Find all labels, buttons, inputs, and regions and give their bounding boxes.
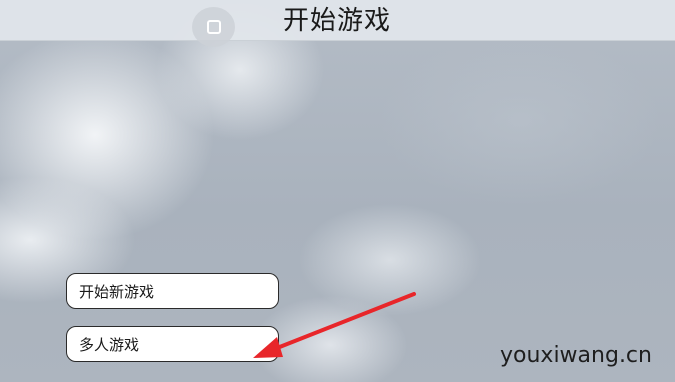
watermark-text: youxiwang.cn [500,343,652,368]
home-button[interactable] [192,7,235,47]
square-home-icon [206,20,221,34]
sky-background [0,0,675,382]
multiplayer-button[interactable]: 多人游戏 [66,326,279,362]
new-game-button[interactable]: 开始新游戏 [66,273,279,309]
page-title: 开始游戏 [283,6,392,36]
